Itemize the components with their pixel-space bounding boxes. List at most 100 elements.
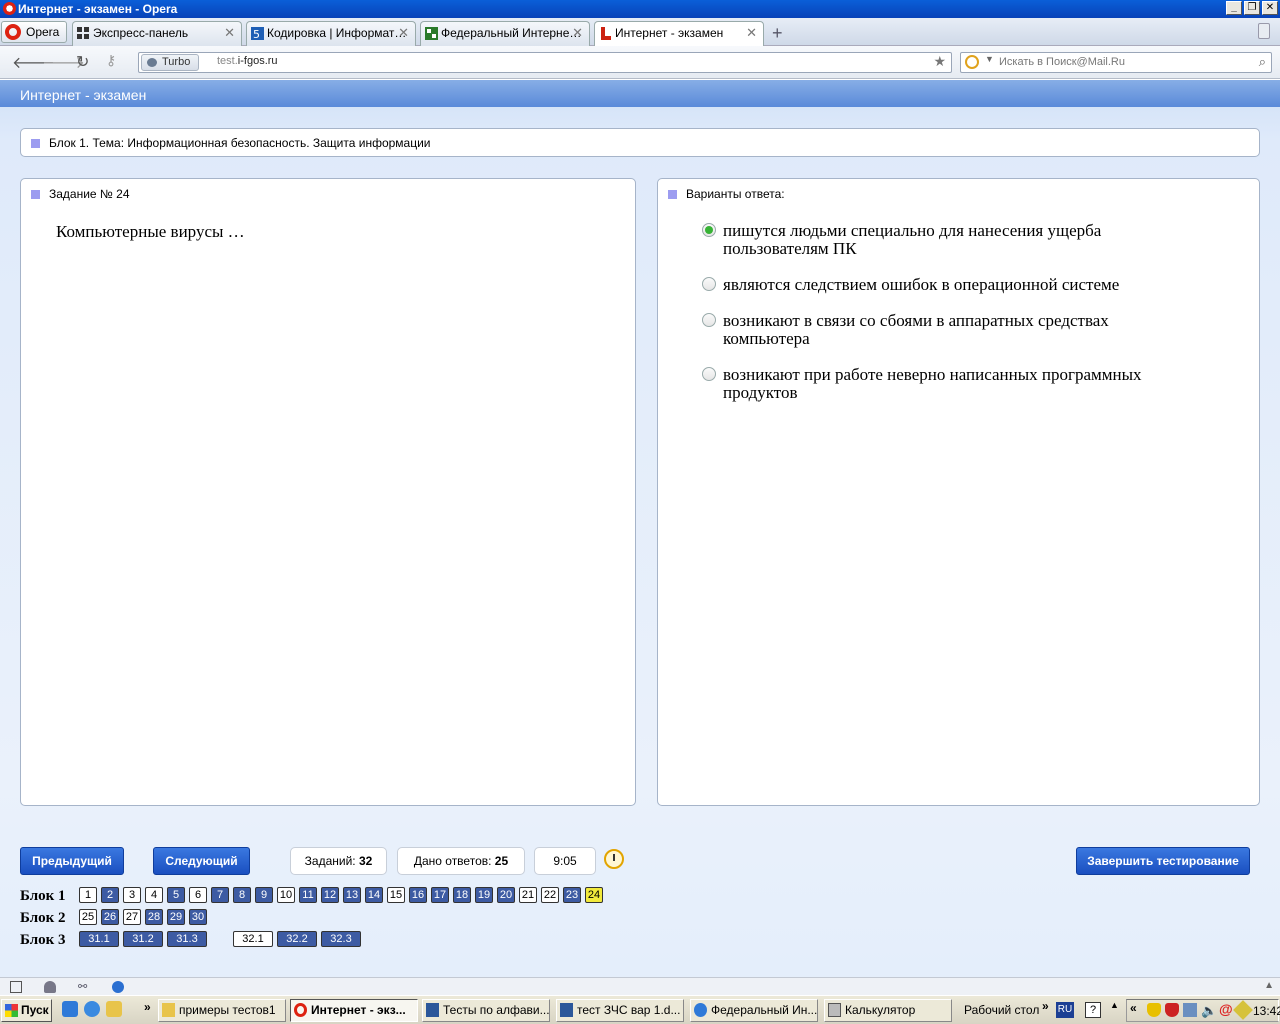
question-nav-item[interactable]: 32.2 (277, 931, 317, 947)
question-nav-item[interactable]: 22 (541, 887, 559, 903)
question-nav-item[interactable]: 13 (343, 887, 361, 903)
question-nav-item[interactable]: 18 (453, 887, 471, 903)
tab-close-icon[interactable]: ✕ (224, 22, 235, 44)
tab-internet-exam[interactable]: Интернет - экзамен ✕ (594, 21, 764, 47)
ie-icon[interactable] (62, 1001, 78, 1017)
answer-option[interactable]: пишутся людьми специально для нанесения … (702, 222, 1162, 258)
start-button[interactable]: Пуск (1, 999, 52, 1022)
scroll-up-icon[interactable]: ▲ (1264, 980, 1274, 991)
taskbar-button[interactable]: Интернет - экз... (290, 999, 418, 1022)
desktop-toolbar-label[interactable]: Рабочий стол (964, 1003, 1039, 1017)
question-nav-item[interactable]: 25 (79, 909, 97, 925)
question-nav-item[interactable]: 28 (145, 909, 163, 925)
key-icon[interactable]: ⚷ (106, 52, 116, 69)
minimize-button[interactable]: _ (1226, 1, 1242, 15)
radio-selected[interactable] (702, 223, 716, 237)
new-tab-icon[interactable]: + (772, 23, 783, 44)
taskbar-button[interactable]: Калькулятор (824, 999, 952, 1022)
taskbar-button[interactable]: тест ЗЧС вар 1.d... (556, 999, 684, 1022)
question-nav-item[interactable]: 6 (189, 887, 207, 903)
next-button[interactable]: Следующий (153, 847, 250, 875)
search-box[interactable]: ▼ Искать в Поиск@Mail.Ru ⌕ (960, 52, 1272, 73)
question-nav-item[interactable]: 14 (365, 887, 383, 903)
search-engine-icon[interactable] (965, 55, 979, 69)
answer-option[interactable]: являются следствием ошибок в операционно… (702, 276, 1162, 294)
question-nav-item[interactable]: 10 (277, 887, 295, 903)
tab-close-icon[interactable]: ✕ (572, 22, 583, 44)
search-icon[interactable]: ⌕ (1259, 54, 1266, 70)
question-nav-item[interactable]: 16 (409, 887, 427, 903)
help-icon[interactable]: ? (1085, 1002, 1101, 1018)
maximize-button[interactable]: ❐ (1244, 1, 1260, 15)
question-nav-item[interactable]: 1 (79, 887, 97, 903)
turbo-button[interactable]: Turbo (141, 54, 200, 71)
chevron-right-icon[interactable]: » (1042, 999, 1049, 1013)
share-icon[interactable]: ⚯ (78, 981, 90, 993)
answer-option[interactable]: возникают при работе неверно написанных … (702, 366, 1162, 402)
question-nav-item[interactable]: 27 (123, 909, 141, 925)
question-nav-item[interactable]: 26 (101, 909, 119, 925)
tab-federal[interactable]: Федеральный Интерне… ✕ (420, 21, 590, 46)
radio-button[interactable] (702, 313, 716, 327)
finish-test-button[interactable]: Завершить тестирование (1076, 847, 1250, 875)
network-icon[interactable] (1183, 1003, 1197, 1017)
question-nav-item[interactable]: 2 (101, 887, 119, 903)
reload-icon[interactable]: ↻ (76, 52, 89, 72)
question-nav-item[interactable]: 32.3 (321, 931, 361, 947)
radio-button[interactable] (702, 277, 716, 291)
question-nav-item[interactable]: 7 (211, 887, 229, 903)
shield-icon[interactable] (1147, 1003, 1161, 1017)
url-text[interactable]: test.i-fgos.ru (217, 55, 278, 67)
question-nav-item[interactable]: 23 (563, 887, 581, 903)
question-nav-item[interactable]: 9 (255, 887, 273, 903)
word-icon (426, 1003, 439, 1017)
chevron-right-icon[interactable]: » (144, 1000, 151, 1014)
taskbar-button[interactable]: примеры тестов1 (158, 999, 286, 1022)
close-button[interactable]: ✕ (1262, 1, 1278, 15)
taskbar-button[interactable]: Федеральный Ин... (690, 999, 818, 1022)
tab-close-icon[interactable]: ✕ (746, 22, 757, 44)
question-nav-item[interactable]: 31.1 (79, 931, 119, 947)
pencil-icon[interactable] (1233, 1000, 1253, 1020)
volume-icon[interactable]: 🔈 (1201, 1003, 1217, 1019)
taskbar-button[interactable]: Тесты по алфави... (422, 999, 550, 1022)
previous-button[interactable]: Предыдущий (20, 847, 124, 875)
answer-option[interactable]: возникают в связи со сбоями в аппаратных… (702, 312, 1162, 348)
browser-icon[interactable] (84, 1001, 100, 1017)
question-nav-item[interactable]: 21 (519, 887, 537, 903)
address-bar[interactable]: Turbo test.i-fgos.ru ★ (138, 52, 952, 73)
question-nav-item[interactable]: 20 (497, 887, 515, 903)
question-nav-item[interactable]: 11 (299, 887, 317, 903)
opera-menu-button[interactable]: Opera (1, 21, 67, 43)
panel-toggle-icon[interactable] (10, 981, 22, 993)
radio-button[interactable] (702, 367, 716, 381)
question-nav-item[interactable]: 15 (387, 887, 405, 903)
question-nav-item[interactable]: 31.3 (167, 931, 207, 947)
speed-dial-icon[interactable] (112, 981, 124, 993)
question-nav-item[interactable]: 32.1 (233, 931, 273, 947)
mail-agent-icon[interactable]: @ (1219, 1001, 1233, 1017)
question-nav-item[interactable]: 8 (233, 887, 251, 903)
question-nav-item[interactable]: 19 (475, 887, 493, 903)
antivirus-icon[interactable] (1165, 1003, 1179, 1017)
question-nav-item[interactable]: 31.2 (123, 931, 163, 947)
chevron-left-icon[interactable]: « (1130, 1001, 1137, 1015)
question-nav-item[interactable]: 5 (167, 887, 185, 903)
question-nav-item[interactable]: 30 (189, 909, 207, 925)
folder-icon[interactable] (106, 1001, 122, 1017)
tab-close-icon[interactable]: ✕ (398, 22, 409, 44)
question-nav-item[interactable]: 29 (167, 909, 185, 925)
question-nav-item[interactable]: 24 (585, 887, 603, 903)
cloud-icon[interactable] (44, 981, 56, 993)
question-nav-item[interactable]: 4 (145, 887, 163, 903)
tab-encoding[interactable]: 5 Кодировка | Информат… ✕ (246, 21, 416, 46)
question-nav-item[interactable]: 3 (123, 887, 141, 903)
question-nav-item[interactable]: 17 (431, 887, 449, 903)
bookmark-star-icon[interactable]: ★ (933, 53, 946, 70)
chevron-up-icon[interactable]: ▲ (1110, 1000, 1119, 1010)
tab-express-panel[interactable]: Экспресс-панель ✕ (72, 21, 242, 46)
question-nav-item[interactable]: 12 (321, 887, 339, 903)
trash-icon[interactable] (1258, 23, 1270, 39)
language-indicator[interactable]: RU (1056, 1002, 1074, 1018)
chevron-down-icon[interactable]: ▼ (985, 54, 994, 64)
